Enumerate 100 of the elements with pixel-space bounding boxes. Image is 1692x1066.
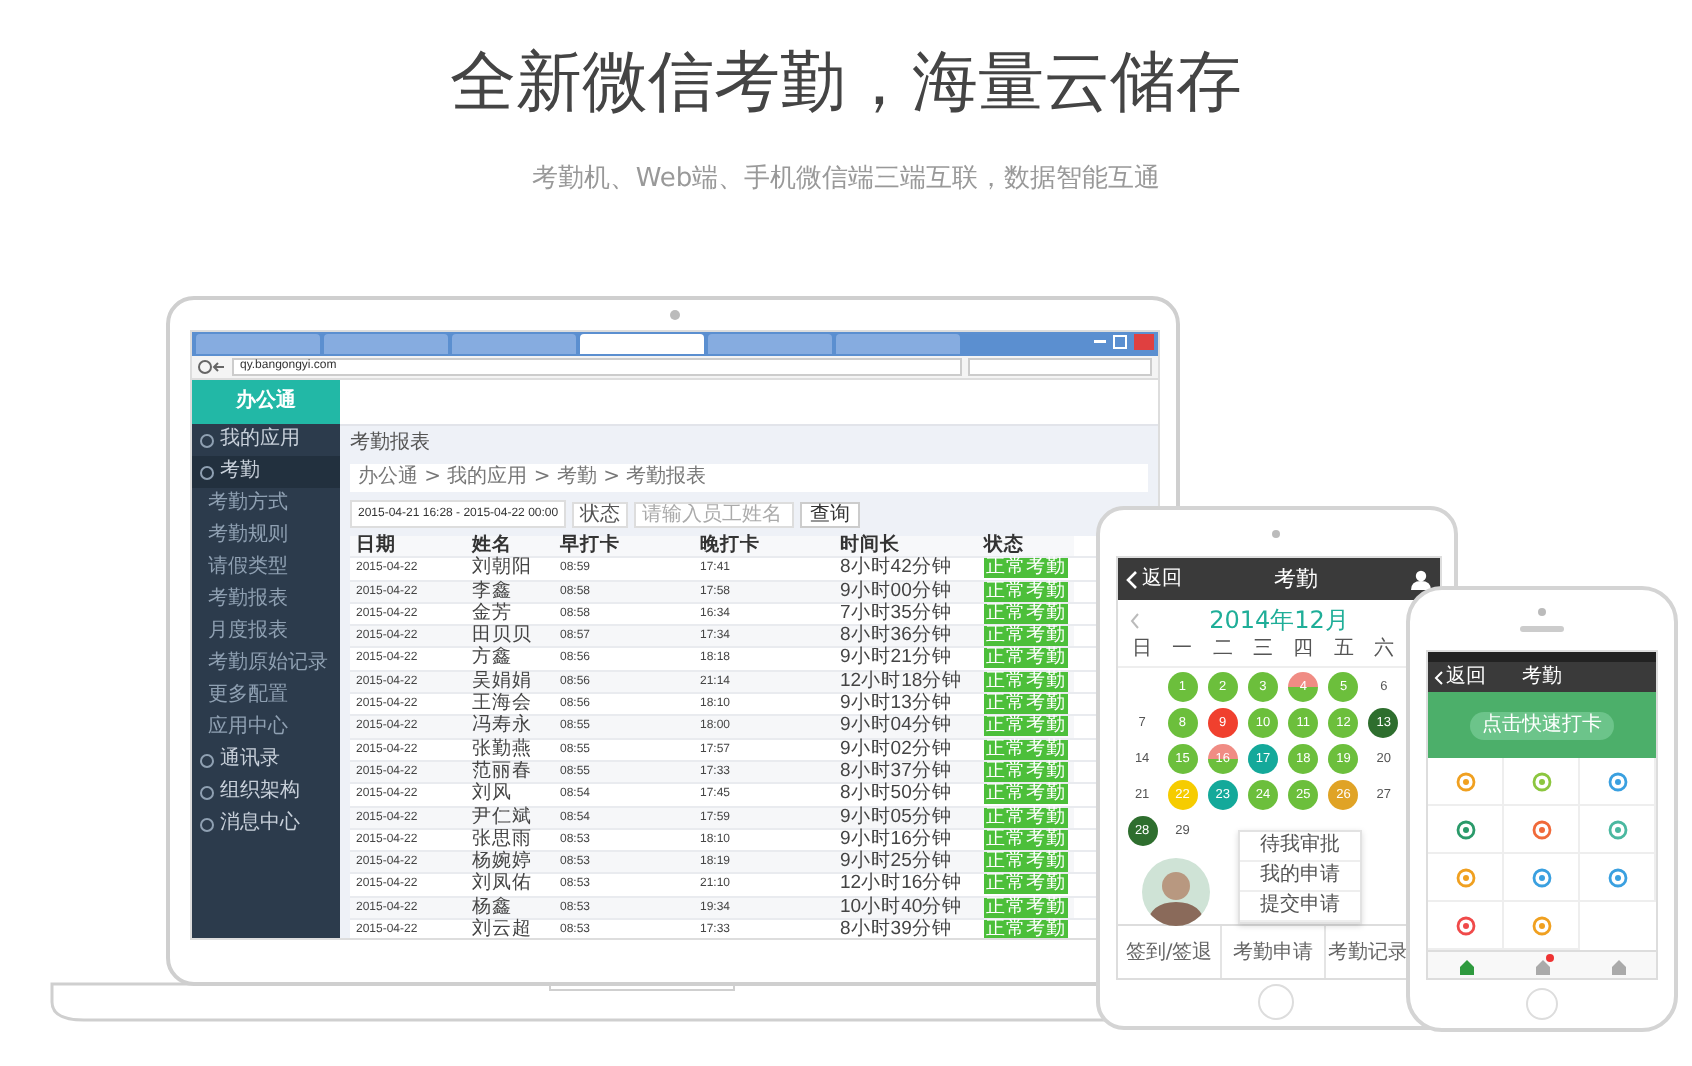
sidebar-subitem[interactable]: 月度报表 — [192, 616, 288, 648]
sidebar-subitem[interactable]: 考勤方式 — [192, 488, 288, 520]
status-badge: 正常考勤 — [984, 603, 1068, 624]
back-icon[interactable] — [198, 360, 226, 374]
table-cell: 12小时18分钟 — [834, 671, 978, 695]
table-cell: 刘朝阳 — [466, 558, 554, 582]
app-icon[interactable] — [1455, 771, 1475, 791]
column-header: 姓名 — [466, 536, 554, 559]
previous-month-icon[interactable] — [1130, 611, 1140, 629]
menu-item-icon — [200, 433, 214, 447]
status-badge: 正常考勤 — [984, 807, 1068, 828]
sidebar-item[interactable]: 通讯录 — [192, 744, 340, 776]
user-icon[interactable] — [1410, 569, 1432, 589]
chevron-icon — [1126, 569, 1138, 589]
app-icon[interactable] — [1531, 771, 1551, 791]
sidebar-item[interactable]: 消息中心 — [192, 808, 340, 840]
nav-home-icon[interactable] — [1533, 957, 1551, 975]
sidebar-subitem[interactable]: 应用中心 — [192, 712, 288, 744]
home-button[interactable] — [1526, 988, 1558, 1020]
table-cell: 8小时50分钟 — [834, 784, 978, 808]
status-badge: 正常考勤 — [984, 761, 1068, 782]
table-cell: 9小时00分钟 — [834, 581, 978, 604]
weekday-label: 六 — [1373, 638, 1394, 662]
weekday-label: 四 — [1293, 638, 1314, 662]
nav-home-icon[interactable] — [1609, 957, 1627, 975]
sidebar-item[interactable]: 组织架构 — [192, 776, 340, 808]
sidebar-subitem[interactable]: 更多配置 — [192, 680, 288, 712]
app-icon[interactable] — [1455, 819, 1475, 839]
app-icon[interactable] — [1607, 867, 1627, 887]
query-button[interactable]: 查询 — [800, 501, 861, 527]
weekday-label: 三 — [1252, 638, 1273, 662]
table-cell: 12小时16分钟 — [834, 874, 978, 898]
screen-title: 考勤 — [1522, 665, 1562, 687]
table-cell: 9小时13分钟 — [834, 694, 978, 717]
back-button[interactable]: 返回 — [1126, 567, 1182, 591]
sidebar-subitem[interactable]: 考勤原始记录 — [192, 648, 328, 680]
menu-item-icon — [200, 753, 214, 767]
table-cell: 范丽春 — [466, 761, 554, 785]
table-cell: 10小时40分钟 — [834, 897, 978, 921]
page-title: 考勤报表 — [350, 432, 430, 456]
headline: 全新微信考勤，海量云储存 — [450, 40, 1242, 124]
home-button[interactable] — [1258, 984, 1294, 1020]
app-icon[interactable] — [1531, 915, 1551, 935]
status-dropdown[interactable]: 状态 — [572, 501, 629, 527]
table-cell: 方鑫 — [466, 648, 554, 672]
table-cell: 8小时36分钟 — [834, 626, 978, 649]
status-badge: 正常考勤 — [984, 626, 1068, 647]
camera-dot — [670, 310, 680, 320]
sidebar-subitem[interactable]: 考勤报表 — [192, 584, 288, 616]
menu-item[interactable]: 提交申请 — [1240, 892, 1360, 922]
table-cell: 金芳 — [466, 603, 554, 627]
status-badge: 正常考勤 — [984, 784, 1068, 805]
status-badge: 正常考勤 — [984, 874, 1068, 895]
table-cell: 杨婉婷 — [466, 852, 554, 875]
table-cell: 吴娟娟 — [466, 671, 554, 695]
sidebar-item[interactable]: 考勤 — [192, 456, 340, 488]
camera-dot — [1538, 608, 1546, 616]
camera-dot — [1272, 530, 1280, 538]
weekday-label: 五 — [1333, 638, 1354, 662]
search-field[interactable] — [968, 358, 1152, 376]
status-badge: 正常考勤 — [984, 920, 1068, 938]
nav-home-icon[interactable] — [1457, 957, 1475, 975]
menu-item[interactable]: 我的申请 — [1240, 862, 1360, 892]
breadcrumb: 办公通 > 我的应用 > 考勤 > 考勤报表 — [350, 464, 1148, 492]
subheadline: 考勤机、Web端、手机微信端三端互联，数据智能互通 — [531, 164, 1161, 196]
app-icon[interactable] — [1455, 915, 1475, 935]
back-button[interactable]: 返回 — [1434, 665, 1486, 689]
app-icon[interactable] — [1607, 771, 1627, 791]
sidebar-subitem[interactable]: 考勤规则 — [192, 520, 288, 552]
status-badge: 正常考勤 — [984, 558, 1068, 579]
table-cell: 张勤燕 — [466, 739, 554, 762]
status-badge: 正常考勤 — [984, 829, 1068, 850]
table-cell: 张思雨 — [466, 829, 554, 853]
chevron-icon — [1434, 669, 1444, 685]
name-input-field[interactable]: 请输入员工姓名 — [634, 501, 795, 527]
column-header: 早打卡 — [554, 536, 694, 559]
table-cell: 9小时02分钟 — [834, 739, 978, 762]
window-controls-icon[interactable] — [1094, 334, 1154, 350]
table-cell: 9小时05分钟 — [834, 807, 978, 830]
table-cell: 9小时16分钟 — [834, 829, 978, 853]
status-badge: 正常考勤 — [984, 581, 1068, 602]
table-cell: 王海会 — [466, 694, 554, 717]
column-header: 晚打卡 — [694, 536, 834, 559]
app-icon[interactable] — [1455, 867, 1475, 887]
table-cell: 田贝贝 — [466, 626, 554, 649]
app-icon[interactable] — [1531, 819, 1551, 839]
status-badge: 正常考勤 — [984, 694, 1068, 715]
table-cell: 8小时37分钟 — [834, 761, 978, 785]
menu-item[interactable]: 待我审批 — [1240, 832, 1360, 862]
app-icon[interactable] — [1607, 819, 1627, 839]
table-cell: 刘风 — [466, 784, 554, 808]
app-icon[interactable] — [1531, 867, 1551, 887]
sidebar-item[interactable]: 我的应用 — [192, 424, 340, 456]
screen-title: 考勤 — [1274, 566, 1318, 592]
status-badge: 正常考勤 — [984, 852, 1068, 873]
table-cell: 7小时35分钟 — [834, 603, 978, 627]
column-header: 状态 — [978, 536, 1074, 559]
speaker-slot — [1520, 626, 1564, 632]
table-cell: 李鑫 — [466, 581, 554, 604]
sidebar-subitem[interactable]: 请假类型 — [192, 552, 288, 584]
